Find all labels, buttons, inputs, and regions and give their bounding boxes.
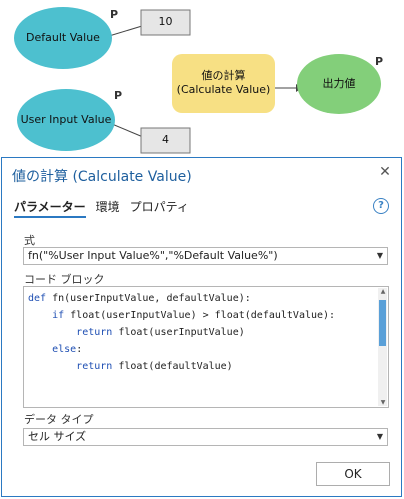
tab-parameters[interactable]: パラメーター (14, 198, 86, 218)
close-icon[interactable]: ✕ (377, 164, 393, 180)
output-value-label: 出力値 (322, 77, 356, 90)
code-line: if float(userInputValue) > float(default… (52, 310, 336, 321)
chevron-down-icon: ▼ (376, 432, 383, 441)
tab-properties[interactable]: プロパティ (130, 198, 189, 218)
code-scrollbar[interactable]: ▲ ▼ (378, 288, 387, 406)
code-keyword: return (76, 361, 113, 372)
code-keyword: def (28, 293, 47, 304)
code-line: def fn(userInputValue, defaultValue): (28, 293, 251, 304)
output-value-p-marker: P (375, 55, 384, 68)
help-icon[interactable]: ? (373, 198, 389, 214)
connector-user-to-4 (111, 123, 144, 138)
code-line: return float(userInputValue) (76, 327, 245, 338)
code-line: return float(defaultValue) (76, 361, 233, 372)
user-input-value-label: User Input Value (20, 113, 112, 126)
chevron-down-icon: ▼ (376, 251, 383, 260)
data-type-label: データ タイプ (24, 413, 94, 426)
code-keyword: else (52, 344, 77, 355)
expression-value: fn("%User Input Value%","%Default Value%… (28, 249, 278, 262)
code-block-label: コード ブロック (24, 273, 105, 286)
scroll-thumb[interactable] (379, 300, 386, 346)
tab-bar: パラメーター 環境 プロパティ (14, 198, 199, 218)
connector-default-to-10 (108, 25, 143, 37)
expression-field[interactable]: fn("%User Input Value%","%Default Value%… (23, 247, 388, 265)
data-type-select[interactable]: セル サイズ ▼ (23, 428, 388, 446)
value-10-label: 10 (158, 15, 173, 28)
expression-label: 式 (24, 234, 35, 247)
scroll-down-icon[interactable]: ▼ (379, 399, 387, 406)
code-line: else: (52, 344, 83, 355)
default-value-label: Default Value (26, 31, 100, 44)
user-input-p-marker: P (114, 89, 123, 102)
tab-environments[interactable]: 環境 (96, 198, 120, 218)
calculate-value-dialog: 値の計算 (Calculate Value) ✕ パラメーター 環境 プロパティ… (1, 157, 402, 497)
default-value-p-marker: P (110, 8, 119, 21)
data-type-value: セル サイズ (28, 430, 87, 443)
code-block-text: def fn(userInputValue, defaultValue): if… (28, 290, 335, 375)
dialog-title: 値の計算 (Calculate Value) (12, 169, 192, 185)
model-diagram: Default Value User Input Value 値の計算 (Cal… (0, 0, 404, 156)
value-4-label: 4 (162, 133, 169, 146)
code-keyword: return (76, 327, 113, 338)
scroll-up-icon[interactable]: ▲ (379, 288, 387, 295)
code-keyword: if (52, 310, 65, 321)
ok-button[interactable]: OK (316, 462, 390, 486)
calculate-value-label: 値の計算 (Calculate Value) (176, 69, 271, 96)
code-block-editor[interactable]: def fn(userInputValue, defaultValue): if… (23, 286, 389, 408)
